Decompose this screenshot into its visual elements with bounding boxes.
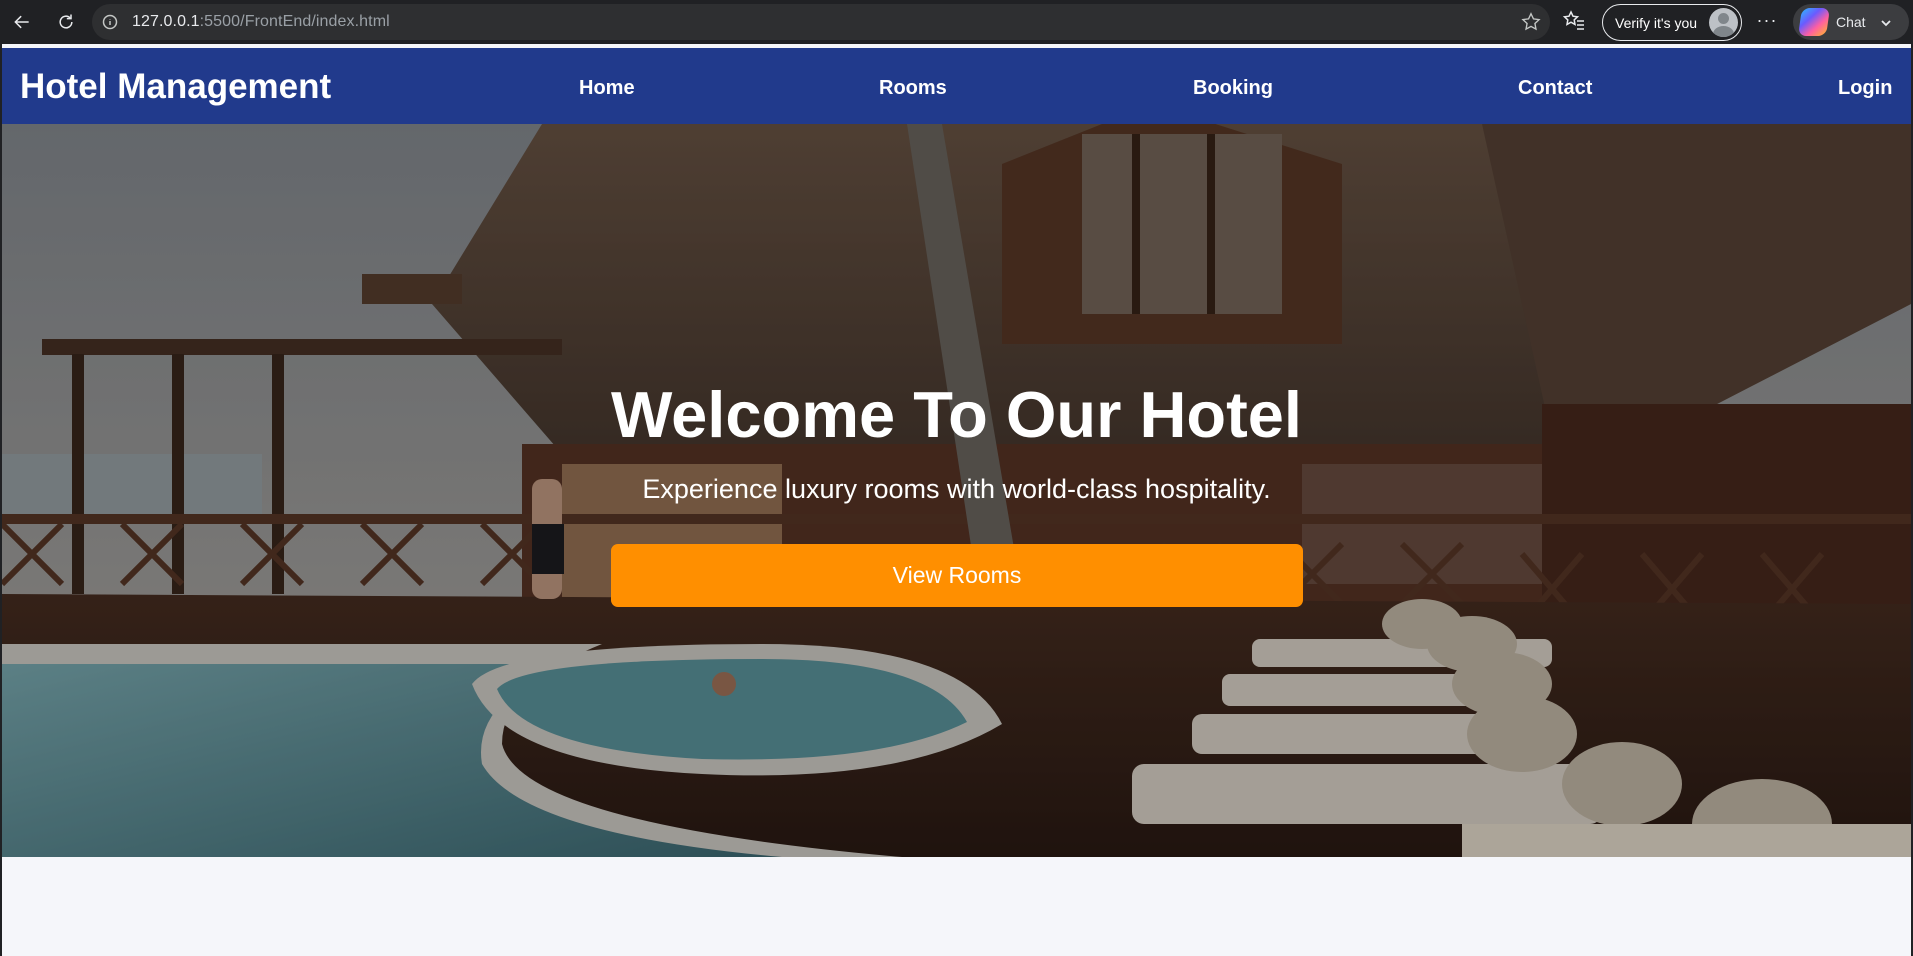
hero-title: Welcome To Our Hotel xyxy=(610,378,1302,451)
star-icon[interactable] xyxy=(1520,11,1542,33)
nav-link-booking[interactable]: Booking xyxy=(1193,77,1273,100)
view-rooms-button[interactable]: View Rooms xyxy=(611,544,1303,607)
favorites-icon[interactable] xyxy=(1562,9,1588,35)
chat-label: Chat xyxy=(1836,14,1866,30)
verify-identity-button[interactable]: Verify it's you xyxy=(1602,4,1742,41)
browser-toolbar: 127.0.0.1:5500/FrontEnd/index.html Verif… xyxy=(0,0,1913,44)
copilot-icon xyxy=(1798,8,1830,36)
nav-link-login[interactable]: Login xyxy=(1838,77,1892,100)
hero-subtitle: Experience luxury rooms with world-class… xyxy=(642,474,1271,504)
url-text[interactable]: 127.0.0.1:5500/FrontEnd/index.html xyxy=(132,13,390,31)
avatar-icon xyxy=(1709,8,1738,37)
back-arrow-icon[interactable] xyxy=(7,7,37,37)
url-path: :5500/FrontEnd/index.html xyxy=(199,13,390,30)
info-icon[interactable] xyxy=(100,12,120,32)
chevron-down-icon[interactable] xyxy=(1880,16,1892,28)
nav-link-contact[interactable]: Contact xyxy=(1518,77,1592,100)
verify-label: Verify it's you xyxy=(1615,14,1698,31)
nav-link-home[interactable]: Home xyxy=(579,77,635,100)
page-viewport: Hotel Management Home Rooms Booking Cont… xyxy=(0,44,1913,956)
nav-link-rooms[interactable]: Rooms xyxy=(879,77,947,100)
site-navbar: Hotel Management Home Rooms Booking Cont… xyxy=(2,48,1911,124)
address-bar[interactable]: 127.0.0.1:5500/FrontEnd/index.html xyxy=(92,4,1550,40)
chat-button[interactable]: Chat xyxy=(1793,4,1909,40)
hero-section: Welcome To Our Hotel Experience luxury r… xyxy=(2,124,1911,857)
url-host: 127.0.0.1 xyxy=(132,13,200,30)
reload-icon[interactable] xyxy=(51,7,81,37)
more-menu-icon[interactable]: ··· xyxy=(1755,10,1779,34)
brand-logo-text[interactable]: Hotel Management xyxy=(20,67,331,107)
